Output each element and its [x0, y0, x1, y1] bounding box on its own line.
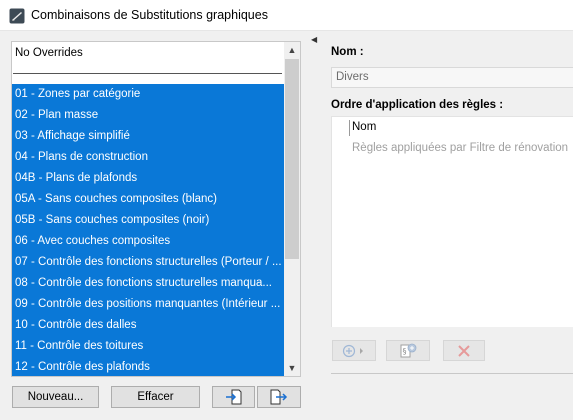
list-item[interactable]: 10 - Contrôle des dalles: [15, 315, 283, 336]
vertical-scrollbar[interactable]: ▲ ▼: [284, 42, 300, 376]
name-label: Nom :: [331, 46, 364, 58]
left-panel: No Overrides 01 - Zones par catégorie 02…: [0, 31, 310, 420]
window-title: Combinaisons de Substitutions graphiques: [31, 8, 268, 22]
list-item[interactable]: 09 - Contrôle des positions manquantes (…: [15, 294, 283, 315]
list-item[interactable]: 04 - Plans de construction: [15, 147, 283, 168]
scroll-down-icon[interactable]: ▼: [284, 360, 300, 376]
delete-button[interactable]: Effacer: [111, 386, 200, 408]
list-item[interactable]: 05A - Sans couches composites (blanc): [15, 189, 283, 210]
list-item[interactable]: 11 - Contrôle des toitures: [15, 336, 283, 357]
scroll-up-icon[interactable]: ▲: [284, 42, 300, 58]
column-divider: [349, 120, 350, 136]
list-item[interactable]: 12 - Contrôle des plafonds: [15, 357, 283, 376]
remove-rule-icon: [458, 344, 470, 357]
rules-list[interactable]: Nom Règles appliquées par Filtre de réno…: [331, 116, 573, 327]
new-button[interactable]: Nouveau...: [12, 386, 99, 408]
list-item[interactable]: 07 - Contrôle des fonctions structurelle…: [15, 252, 283, 273]
import-button[interactable]: [212, 386, 255, 408]
list-item[interactable]: 06 - Avec couches composites: [15, 231, 283, 252]
list-item[interactable]: 01 - Zones par catégorie: [15, 84, 283, 105]
list-item[interactable]: 02 - Plan masse: [15, 105, 283, 126]
list-viewport: No Overrides 01 - Zones par catégorie 02…: [12, 42, 285, 376]
details-panel: Nom : Divers Ordre d'application des règ…: [322, 31, 573, 420]
title-bar: Combinaisons de Substitutions graphiques: [0, 0, 573, 31]
export-icon: [270, 389, 288, 405]
collapse-panel-icon[interactable]: ◀: [311, 35, 319, 45]
add-rule-icon: [342, 344, 363, 357]
duplicate-rule-button[interactable]: §: [386, 340, 430, 361]
app-icon: [9, 8, 25, 24]
list-item-no-overrides[interactable]: No Overrides: [15, 46, 83, 60]
list-item[interactable]: 04B - Plans de plafonds: [15, 168, 283, 189]
list-separator: [13, 73, 282, 74]
list-item[interactable]: 03 - Affichage simplifié: [15, 126, 283, 147]
svg-text:§: §: [403, 347, 407, 356]
export-button[interactable]: [257, 386, 301, 408]
add-rule-button[interactable]: [332, 340, 376, 361]
panel-divider[interactable]: ◀: [310, 31, 322, 420]
name-field[interactable]: Divers: [331, 67, 573, 88]
rules-row[interactable]: Règles appliquées par Filtre de rénovati…: [352, 142, 568, 154]
import-icon: [225, 389, 241, 405]
rules-order-label: Ordre d'application des règles :: [331, 99, 504, 111]
list-item[interactable]: 08 - Contrôle des fonctions structurelle…: [15, 273, 283, 294]
remove-rule-button[interactable]: [443, 340, 485, 361]
bottom-separator: [331, 373, 573, 374]
list-item[interactable]: 05B - Sans couches composites (noir): [15, 210, 283, 231]
combinations-list[interactable]: No Overrides 01 - Zones par catégorie 02…: [11, 41, 301, 377]
duplicate-rule-icon: §: [400, 343, 417, 357]
rules-column-header[interactable]: Nom: [352, 121, 376, 133]
scroll-thumb[interactable]: [285, 59, 299, 259]
